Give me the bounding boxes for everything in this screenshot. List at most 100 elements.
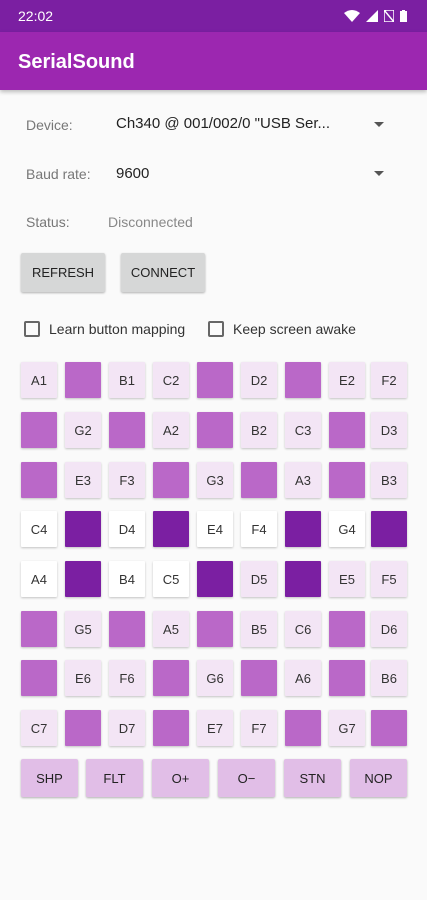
status-bar: 22:02 (0, 0, 427, 32)
note-pad-d5[interactable]: D5 (241, 561, 277, 597)
drum-pad[interactable] (329, 611, 365, 647)
drum-pad[interactable] (285, 561, 321, 597)
status-time: 22:02 (18, 8, 54, 24)
note-pad-d3[interactable]: D3 (371, 412, 407, 448)
command-button-stn[interactable]: STN (284, 759, 341, 797)
note-pad-a6[interactable]: A6 (285, 660, 321, 696)
note-pad-f5[interactable]: F5 (371, 561, 407, 597)
note-pad-b5[interactable]: B5 (241, 611, 277, 647)
baud-rate-dropdown-icon (374, 171, 384, 176)
drum-pad[interactable] (65, 561, 101, 597)
keep-awake-checkbox[interactable]: Keep screen awake (208, 321, 356, 337)
drum-pad[interactable] (109, 611, 145, 647)
note-pad-e7[interactable]: E7 (197, 710, 233, 746)
drum-pad[interactable] (241, 660, 277, 696)
drum-pad[interactable] (153, 710, 189, 746)
device-spinner[interactable]: Ch340 @ 001/002/0 "USB Ser... (108, 106, 398, 142)
baud-rate-label: Baud rate: (26, 166, 91, 182)
note-pad-f4[interactable]: F4 (241, 511, 277, 547)
drum-pad[interactable] (197, 561, 233, 597)
drum-pad[interactable] (21, 660, 57, 696)
drum-pad[interactable] (371, 710, 407, 746)
wifi-icon (344, 9, 360, 27)
drum-pad[interactable] (285, 511, 321, 547)
drum-pad[interactable] (65, 511, 101, 547)
battery-icon (400, 9, 407, 27)
note-pad-d7[interactable]: D7 (109, 710, 145, 746)
note-pad-b1[interactable]: B1 (109, 362, 145, 398)
note-pad-c5[interactable]: C5 (153, 561, 189, 597)
app-bar: SerialSound (0, 32, 427, 90)
note-pad-a4[interactable]: A4 (21, 561, 57, 597)
command-button-nop[interactable]: NOP (350, 759, 407, 797)
note-pad-g7[interactable]: G7 (329, 710, 365, 746)
command-button-ominus[interactable]: O− (218, 759, 275, 797)
note-pad-a3[interactable]: A3 (285, 462, 321, 498)
note-pad-b2[interactable]: B2 (241, 412, 277, 448)
drum-pad[interactable] (21, 611, 57, 647)
drum-pad[interactable] (65, 710, 101, 746)
signal-icon (366, 9, 378, 27)
note-pad-d6[interactable]: D6 (371, 611, 407, 647)
note-pad-b4[interactable]: B4 (109, 561, 145, 597)
keep-awake-checkbox-box (208, 321, 224, 337)
note-pad-a2[interactable]: A2 (153, 412, 189, 448)
command-button-flt[interactable]: FLT (86, 759, 143, 797)
note-pad-d4[interactable]: D4 (109, 511, 145, 547)
status-label: Status: (26, 214, 70, 230)
note-pad-g2[interactable]: G2 (65, 412, 101, 448)
drum-pad[interactable] (109, 412, 145, 448)
drum-pad[interactable] (153, 660, 189, 696)
drum-pad[interactable] (371, 511, 407, 547)
drum-pad[interactable] (285, 710, 321, 746)
note-pad-f2[interactable]: F2 (371, 362, 407, 398)
drum-pad[interactable] (197, 412, 233, 448)
note-pad-c2[interactable]: C2 (153, 362, 189, 398)
drum-pad[interactable] (65, 362, 101, 398)
note-pad-c7[interactable]: C7 (21, 710, 57, 746)
note-pad-c4[interactable]: C4 (21, 511, 57, 547)
note-pad-c6[interactable]: C6 (285, 611, 321, 647)
drum-pad[interactable] (153, 511, 189, 547)
refresh-button[interactable]: REFRESH (21, 253, 105, 292)
note-pad-d2[interactable]: D2 (241, 362, 277, 398)
note-pad-e6[interactable]: E6 (65, 660, 101, 696)
drum-pad[interactable] (329, 660, 365, 696)
drum-pad[interactable] (285, 362, 321, 398)
connect-button[interactable]: CONNECT (121, 253, 205, 292)
note-pad-b3[interactable]: B3 (371, 462, 407, 498)
note-pad-e4[interactable]: E4 (197, 511, 233, 547)
drum-pad[interactable] (329, 462, 365, 498)
keep-awake-label: Keep screen awake (233, 321, 356, 337)
drum-pad[interactable] (197, 362, 233, 398)
command-button-shp[interactable]: SHP (21, 759, 78, 797)
note-pad-g5[interactable]: G5 (65, 611, 101, 647)
drum-pad[interactable] (241, 462, 277, 498)
note-pad-a1[interactable]: A1 (21, 362, 57, 398)
note-pad-e5[interactable]: E5 (329, 561, 365, 597)
connection-status: Disconnected (108, 214, 193, 230)
note-pad-f7[interactable]: F7 (241, 710, 277, 746)
learn-mapping-checkbox-box (24, 321, 40, 337)
drum-pad[interactable] (153, 462, 189, 498)
learn-mapping-checkbox[interactable]: Learn button mapping (24, 321, 185, 337)
note-pad-f3[interactable]: F3 (109, 462, 145, 498)
note-pad-g6[interactable]: G6 (197, 660, 233, 696)
note-pad-g4[interactable]: G4 (329, 511, 365, 547)
drum-pad[interactable] (329, 412, 365, 448)
note-pad-a5[interactable]: A5 (153, 611, 189, 647)
drum-pad[interactable] (21, 462, 57, 498)
note-pad-c3[interactable]: C3 (285, 412, 321, 448)
drum-pad[interactable] (21, 412, 57, 448)
app-title: SerialSound (18, 51, 135, 73)
note-pad-g3[interactable]: G3 (197, 462, 233, 498)
baud-rate-value: 9600 (116, 165, 150, 182)
note-pad-b6[interactable]: B6 (371, 660, 407, 696)
command-button-oplus[interactable]: O+ (152, 759, 209, 797)
baud-rate-spinner[interactable]: 9600 (108, 155, 398, 191)
drum-pad[interactable] (197, 611, 233, 647)
note-pad-e2[interactable]: E2 (329, 362, 365, 398)
device-dropdown-icon (374, 122, 384, 127)
note-pad-f6[interactable]: F6 (109, 660, 145, 696)
note-pad-e3[interactable]: E3 (65, 462, 101, 498)
